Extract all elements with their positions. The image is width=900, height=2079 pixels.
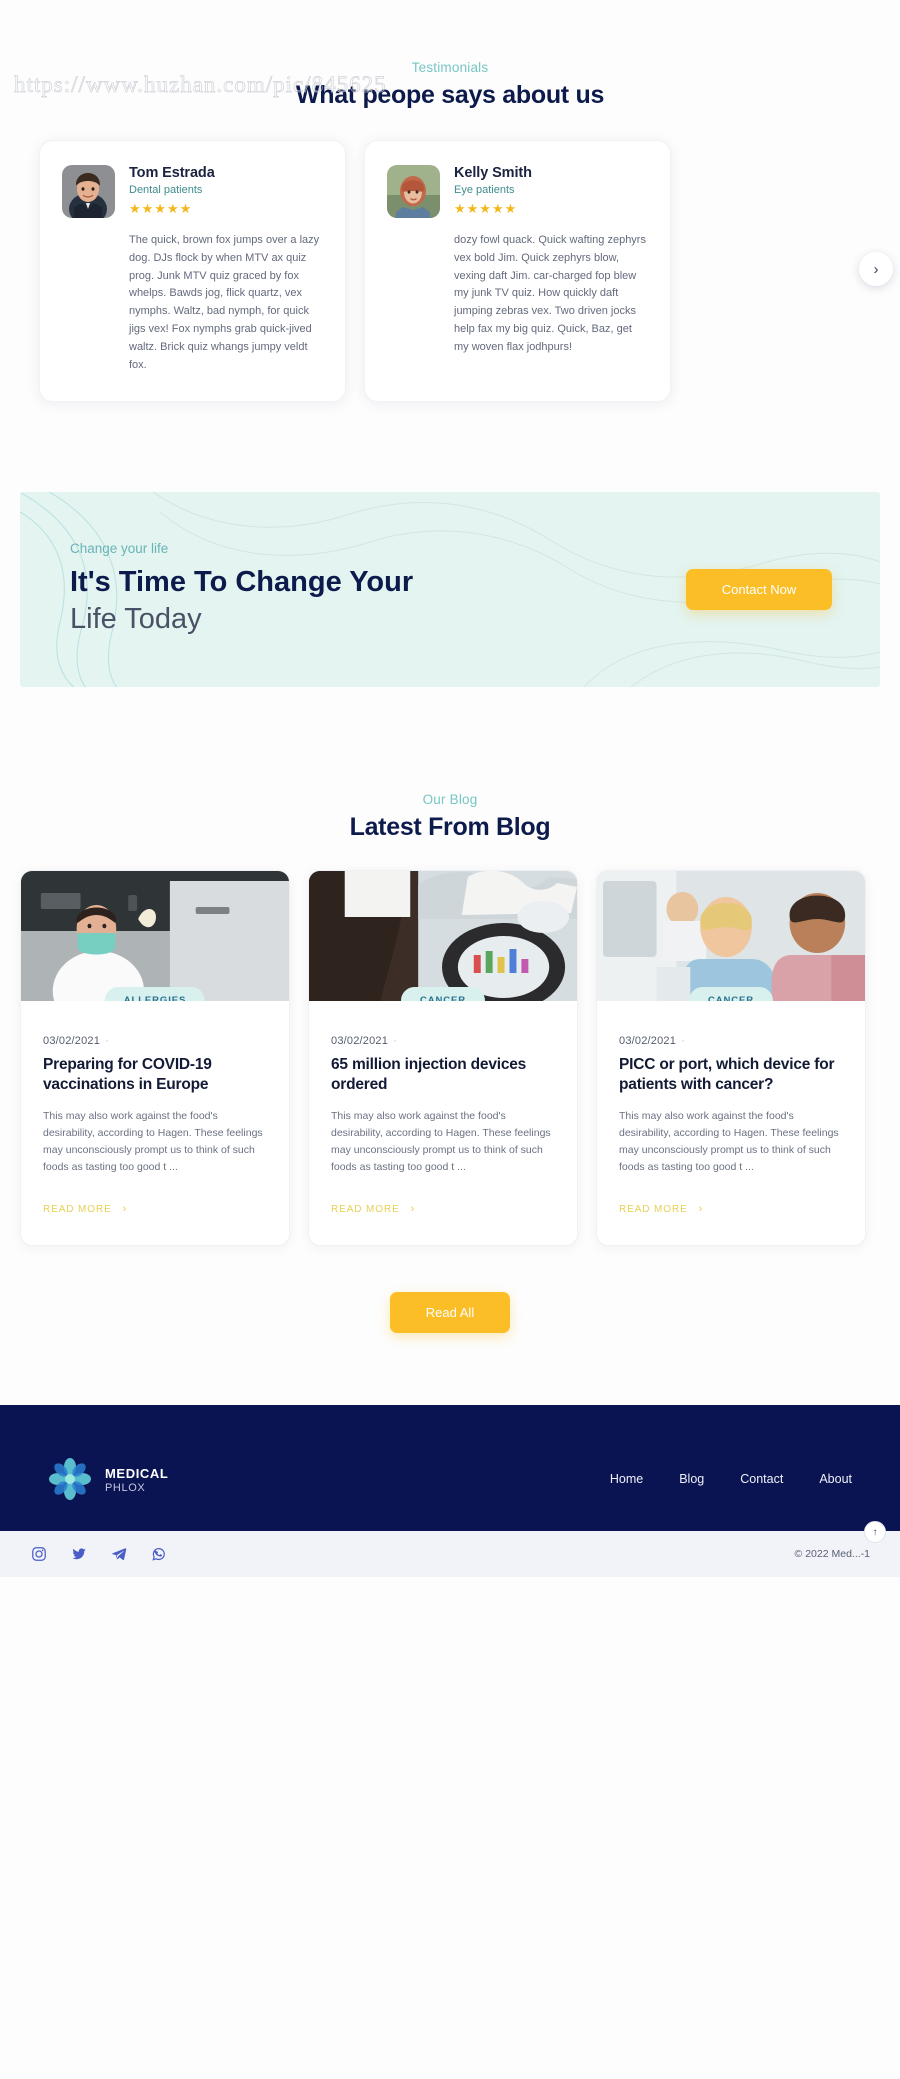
testimonial-name: Tom Estrada: [129, 165, 215, 181]
blog-category-badge[interactable]: CANCER: [400, 986, 486, 1001]
cta-content: Change your life It's Time To Change You…: [20, 541, 686, 637]
read-more-link[interactable]: READ MORE ›: [619, 1203, 843, 1215]
blog-date: 03/02/2021 ·: [619, 1035, 843, 1047]
testimonial-name: Kelly Smith: [454, 165, 532, 181]
instagram-icon[interactable]: [30, 1545, 48, 1563]
avatar: [62, 165, 115, 218]
read-all-button[interactable]: Read All: [390, 1292, 510, 1334]
testimonial-card: Kelly Smith Eye patients ★★★★★ dozy fowl…: [364, 140, 671, 402]
blog-date: 03/02/2021 ·: [43, 1035, 267, 1047]
read-more-label: READ MORE: [43, 1203, 112, 1215]
blog-date-value: 03/02/2021: [43, 1034, 101, 1047]
telegram-icon[interactable]: [110, 1545, 128, 1563]
footer-nav-blog[interactable]: Blog: [679, 1472, 704, 1486]
blog-eyebrow: Our Blog: [422, 791, 478, 807]
separator-dot: ·: [393, 1034, 397, 1047]
testimonials-carousel: Tom Estrada Dental patients ★★★★★ The qu…: [19, 140, 893, 402]
blog-card-body: 03/02/2021 · PICC or port, which device f…: [597, 1001, 865, 1246]
whatsapp-icon[interactable]: [150, 1545, 168, 1563]
blog-card-body: 03/02/2021 · 65 million injection devices…: [309, 1001, 577, 1246]
copyright-text: © 2022 Med...-1: [794, 1548, 870, 1561]
blog-category-badge[interactable]: CANCER: [688, 986, 774, 1001]
blog-section: Our Blog Latest From Blog ALLERGIES 03/0…: [0, 687, 900, 1334]
blog-thumbnail: CANCER: [309, 870, 577, 1001]
phlox-logo-icon: [49, 1458, 91, 1501]
testimonials-eyebrow: Testimonials: [411, 60, 489, 75]
scroll-to-top-button[interactable]: ↑: [864, 1521, 886, 1544]
footer-nav-home[interactable]: Home: [610, 1472, 643, 1486]
blog-post-title[interactable]: 65 million injection devices ordered: [331, 1055, 555, 1096]
carousel-next-button[interactable]: ›: [859, 252, 893, 286]
site-footer: MEDICAL PHLOX Home Blog Contact About © …: [0, 1405, 900, 1578]
rating-stars: ★★★★★: [454, 201, 518, 216]
twitter-icon[interactable]: [70, 1545, 88, 1563]
blog-thumbnail: ALLERGIES: [21, 870, 289, 1001]
blog-title: Latest From Blog: [349, 812, 551, 841]
blog-date-value: 03/02/2021: [331, 1034, 389, 1047]
cta-title: It's Time To Change Your Life Today: [70, 564, 686, 637]
chevron-right-icon: ›: [698, 1203, 704, 1216]
testimonial-meta: Tom Estrada Dental patients ★★★★★: [129, 165, 215, 215]
testimonial-role: Dental patients: [129, 184, 203, 196]
testimonial-header: Kelly Smith Eye patients ★★★★★: [387, 165, 648, 218]
blog-card[interactable]: CANCER 03/02/2021 · 65 million injection …: [308, 869, 578, 1247]
read-more-link[interactable]: READ MORE ›: [331, 1203, 555, 1215]
footer-bottom-bar: © 2022 Med...-1 ↑: [0, 1521, 900, 1578]
footer-nav-about[interactable]: About: [819, 1472, 852, 1486]
blog-post-title[interactable]: PICC or port, which device for patients …: [619, 1055, 843, 1096]
separator-dot: ·: [105, 1034, 109, 1047]
blog-category-badge[interactable]: ALLERGIES: [104, 986, 206, 1001]
cta-banner: Change your life It's Time To Change You…: [20, 491, 880, 687]
footer-nav: Home Blog Contact About: [610, 1472, 852, 1486]
cta-title-strong: It's Time To Change Your: [70, 566, 414, 599]
testimonials-title: What peope says about us: [295, 81, 605, 109]
rating-stars: ★★★★★: [129, 201, 193, 216]
social-links: [30, 1545, 168, 1563]
testimonial-card: Tom Estrada Dental patients ★★★★★ The qu…: [39, 140, 346, 402]
blog-date: 03/02/2021 ·: [331, 1035, 555, 1047]
separator-dot: ·: [681, 1034, 685, 1047]
blog-post-title[interactable]: Preparing for COVID-19 vaccinations in E…: [43, 1055, 267, 1096]
cta-title-light: Life Today: [70, 602, 202, 635]
read-more-label: READ MORE: [331, 1203, 400, 1215]
blog-thumbnail: CANCER: [597, 870, 865, 1001]
blog-excerpt: This may also work against the food's de…: [619, 1110, 839, 1174]
testimonial-meta: Kelly Smith Eye patients ★★★★★: [454, 165, 532, 215]
footer-main: MEDICAL PHLOX Home Blog Contact About: [0, 1405, 900, 1501]
chevron-right-icon: ›: [122, 1203, 128, 1216]
blog-grid: ALLERGIES 03/02/2021 · Preparing for COVI…: [0, 869, 900, 1247]
testimonial-role: Eye patients: [454, 184, 515, 196]
testimonial-header: Tom Estrada Dental patients ★★★★★: [62, 165, 323, 218]
blog-date-value: 03/02/2021: [619, 1034, 677, 1047]
blog-excerpt: This may also work against the food's de…: [43, 1110, 263, 1174]
chevron-right-icon: ›: [873, 260, 879, 278]
footer-brand-sub: PHLOX: [105, 1482, 146, 1495]
read-all-wrap: Read All: [0, 1292, 900, 1334]
blog-card[interactable]: ALLERGIES 03/02/2021 · Preparing for COVI…: [20, 869, 290, 1247]
blog-excerpt: This may also work against the food's de…: [331, 1110, 551, 1174]
read-more-link[interactable]: READ MORE ›: [43, 1203, 267, 1215]
avatar: [387, 165, 440, 218]
arrow-up-icon: ↑: [872, 1526, 878, 1538]
chevron-right-icon: ›: [410, 1203, 416, 1216]
testimonial-text: dozy fowl quack. Quick wafting zephyrs v…: [454, 234, 646, 353]
read-more-label: READ MORE: [619, 1203, 688, 1215]
footer-nav-contact[interactable]: Contact: [740, 1472, 783, 1486]
footer-brand-text: MEDICAL PHLOX: [105, 1465, 168, 1495]
page-root: Testimonials What peope says about us To…: [0, 0, 900, 2079]
blog-card-body: 03/02/2021 · Preparing for COVID-19 vacci…: [21, 1001, 289, 1246]
blog-card[interactable]: CANCER 03/02/2021 · PICC or port, which d…: [596, 869, 866, 1247]
footer-brand[interactable]: MEDICAL PHLOX: [48, 1457, 168, 1501]
cta-eyebrow: Change your life: [70, 541, 169, 557]
contact-now-button[interactable]: Contact Now: [686, 568, 832, 610]
testimonial-text: The quick, brown fox jumps over a lazy d…: [129, 234, 320, 371]
testimonials-section: Testimonials What peope says about us To…: [0, 0, 900, 402]
footer-brand-name: MEDICAL: [105, 1465, 169, 1481]
